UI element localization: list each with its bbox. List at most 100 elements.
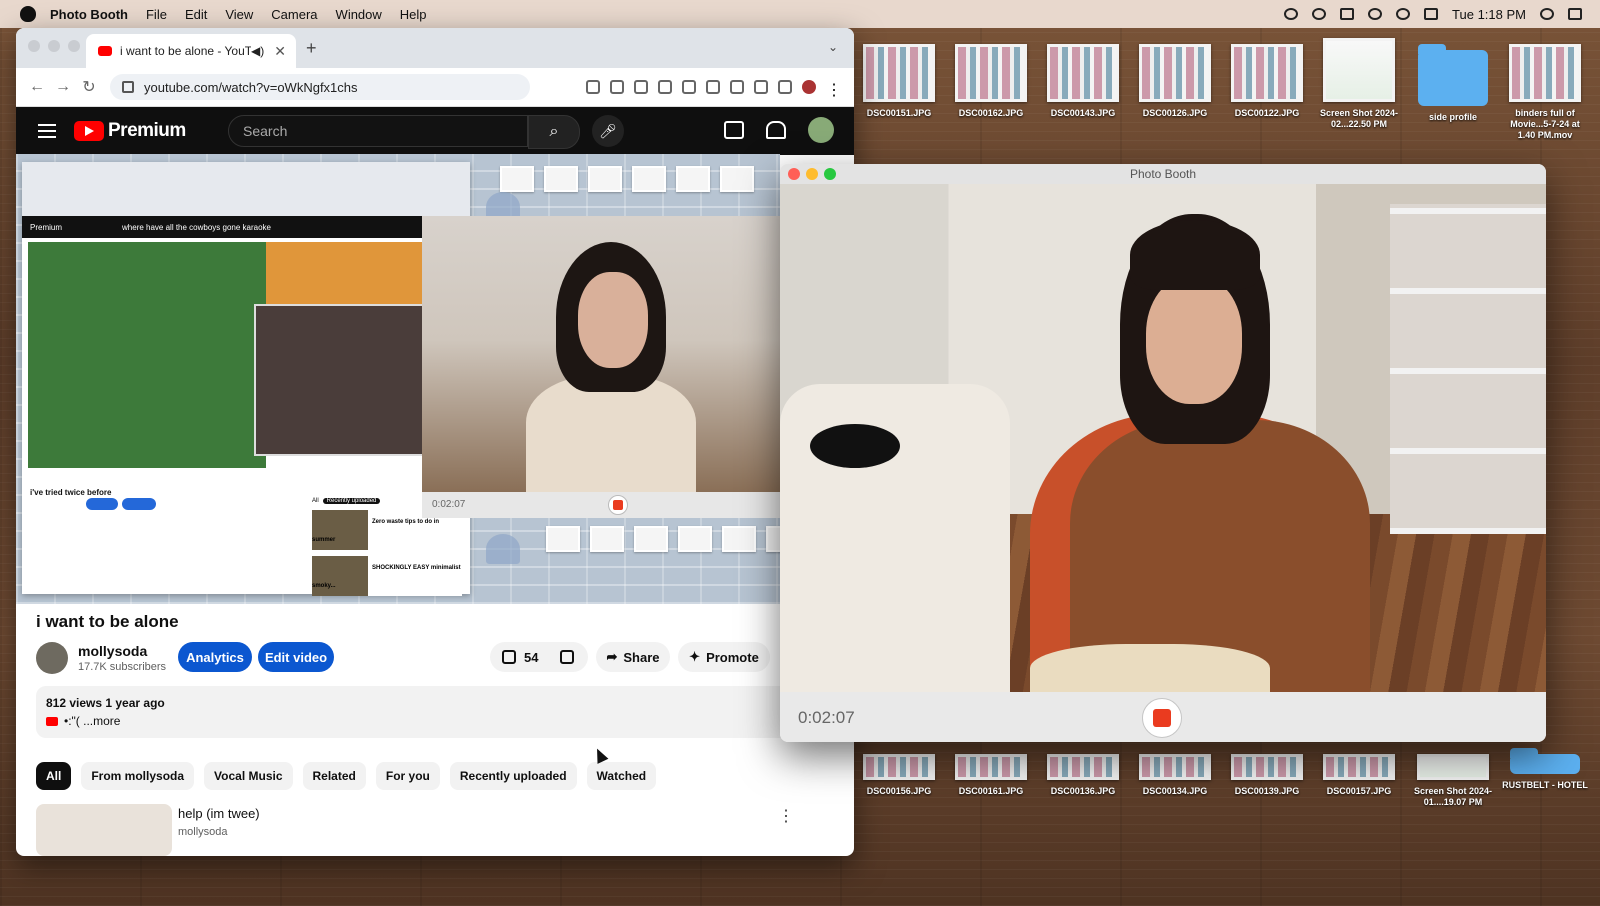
desktop-file-icon[interactable]: DSC00143.JPG (1040, 44, 1126, 119)
description-snippet[interactable]: •:"( ...more (64, 714, 120, 728)
account-avatar[interactable] (808, 117, 834, 143)
desktop-file-icon[interactable]: DSC00122.JPG (1224, 44, 1310, 119)
tab-search-chevron-icon[interactable]: ⌄ (828, 40, 838, 54)
extension-icon[interactable] (706, 80, 720, 94)
zoom-window-button[interactable] (68, 40, 80, 52)
like-icon[interactable] (502, 650, 516, 664)
close-window-button[interactable] (788, 168, 800, 180)
close-window-button[interactable] (28, 40, 40, 52)
analytics-button[interactable]: Analytics (178, 642, 252, 672)
reading-list-icon[interactable] (754, 80, 768, 94)
chip-related[interactable]: Related (302, 762, 366, 790)
share-button[interactable]: ➦ Share (596, 642, 670, 672)
menu-view[interactable]: View (225, 7, 253, 22)
menu-help[interactable]: Help (400, 7, 427, 22)
chip-watched[interactable]: Watched (586, 762, 657, 790)
image-thumbnail (1139, 754, 1211, 780)
desktop-file-icon[interactable]: DSC00136.JPG (1040, 754, 1126, 797)
sidebar-icon[interactable] (778, 80, 792, 94)
hamburger-menu-icon[interactable] (38, 120, 56, 142)
menu-edit[interactable]: Edit (185, 7, 207, 22)
image-thumbnail (863, 44, 935, 102)
stop-recording-button[interactable] (1142, 698, 1182, 738)
eject-icon[interactable] (1424, 8, 1439, 20)
desktop-file-icon[interactable]: binders full of Movie...5-7-24 at 1.40 P… (1502, 44, 1588, 141)
video-player[interactable]: Premium where have all the cowboys gone … (16, 154, 780, 604)
recommended-channel[interactable]: mollysoda (178, 826, 228, 838)
speaker-icon[interactable]: ◀) (251, 44, 264, 58)
more-options-icon[interactable]: ⋮ (778, 806, 794, 826)
chip-recently-uploaded[interactable]: Recently uploaded (449, 762, 577, 790)
youtube-logo-icon[interactable] (74, 121, 104, 141)
control-center-icon[interactable] (1568, 8, 1582, 20)
dislike-icon[interactable] (560, 650, 575, 664)
puzzle-icon[interactable] (730, 80, 744, 94)
desktop-file-icon[interactable]: DSC00139.JPG (1224, 754, 1310, 797)
new-tab-button[interactable]: + (306, 38, 317, 59)
menu-camera[interactable]: Camera (271, 7, 317, 22)
address-bar[interactable]: youtube.com/watch?v=oWkNgfx1chs (110, 74, 530, 100)
recommended-video[interactable]: help (im twee) mollysoda ⋮ (36, 804, 796, 856)
extension-icon[interactable] (658, 80, 672, 94)
channel-avatar[interactable] (36, 642, 68, 674)
desktop-file-label: DSC00134.JPG (1142, 786, 1208, 796)
desktop-file-icon[interactable]: DSC00151.JPG (856, 44, 942, 119)
desktop-file-icon[interactable]: Screen Shot 2024-02...22.50 PM (1316, 38, 1402, 130)
promote-button[interactable]: ✦ Promote (678, 642, 770, 672)
youtube-header: Premium Search ⌕ 🎤︎ (16, 107, 854, 155)
clock[interactable]: Tue 1:18 PM (1452, 7, 1526, 22)
desktop-file-icon[interactable]: DSC00126.JPG (1132, 44, 1218, 119)
desktop-file-icon[interactable]: DSC00156.JPG (856, 754, 942, 797)
notifications-bell-icon[interactable] (766, 121, 786, 139)
desktop-file-icon[interactable]: DSC00134.JPG (1132, 754, 1218, 797)
chip-all[interactable]: All (36, 762, 72, 790)
install-icon[interactable] (586, 80, 600, 94)
desktop-file-label: Screen Shot 2024-01....19.07 PM (1413, 786, 1493, 807)
youtube-premium-brand[interactable]: Premium (108, 120, 186, 142)
bookmark-star-icon[interactable] (634, 80, 648, 94)
menu-app-name[interactable]: Photo Booth (50, 7, 128, 22)
channel-name[interactable]: mollysoda (78, 643, 166, 659)
voice-search-mic-icon[interactable]: 🎤︎ (592, 115, 624, 147)
desktop-file-icon[interactable]: DSC00161.JPG (948, 754, 1034, 797)
create-video-icon[interactable] (724, 121, 744, 139)
creative-cloud-icon[interactable] (1312, 8, 1327, 20)
desktop-file-icon[interactable]: DSC00162.JPG (948, 44, 1034, 119)
edit-video-button[interactable]: Edit video (258, 642, 334, 672)
apple-icon[interactable] (20, 6, 36, 22)
desktop-folder-icon[interactable]: RUSTBELT - HOTEL (1502, 748, 1588, 791)
wifi-icon[interactable] (1396, 8, 1411, 20)
description-box[interactable]: 812 views 1 year ago •:"( ...more (36, 686, 796, 738)
desktop-folder-icon[interactable]: side profile (1410, 44, 1496, 123)
recommended-thumbnail[interactable] (36, 804, 172, 856)
minimize-window-button[interactable] (806, 168, 818, 180)
minimize-window-button[interactable] (48, 40, 60, 52)
browser-tab-active[interactable]: i want to be alone - YouTube ◀) ✕ (86, 34, 296, 68)
screen-record-icon[interactable] (1284, 8, 1299, 20)
search-button[interactable]: ⌕ (528, 115, 580, 149)
close-tab-icon[interactable]: ✕ (274, 43, 286, 60)
spotlight-search-icon[interactable] (1540, 8, 1554, 20)
chip-vocal-music[interactable]: Vocal Music (204, 762, 293, 790)
desktop-file-icon[interactable]: DSC00157.JPG (1316, 754, 1402, 797)
browser-toolbar: ← → ↻ youtube.com/watch?v=oWkNgfx1chs ⋮ (16, 68, 854, 107)
reload-button[interactable]: ↻ (76, 77, 102, 97)
share-icon[interactable] (610, 80, 624, 94)
chip-for-you[interactable]: For you (375, 762, 440, 790)
more-menu-icon[interactable]: ⋮ (826, 80, 842, 99)
profile-avatar[interactable] (802, 80, 816, 94)
desktop-file-icon[interactable]: Screen Shot 2024-01....19.07 PM (1410, 754, 1496, 808)
recommended-title[interactable]: help (im twee) (178, 806, 260, 821)
bluetooth-icon[interactable] (1368, 8, 1383, 20)
forward-button[interactable]: → (50, 78, 76, 96)
display-icon[interactable] (1340, 8, 1355, 20)
menu-file[interactable]: File (146, 7, 167, 22)
youtube-search-input[interactable]: Search (228, 115, 528, 147)
extension-icon[interactable] (682, 80, 696, 94)
back-button[interactable]: ← (24, 78, 50, 96)
menu-window[interactable]: Window (336, 7, 382, 22)
zoom-window-button[interactable] (824, 168, 836, 180)
search-icon: ⌕ (549, 123, 559, 140)
youtube-small-icon (46, 716, 58, 726)
chip-from-mollysoda[interactable]: From mollysoda (81, 762, 195, 790)
